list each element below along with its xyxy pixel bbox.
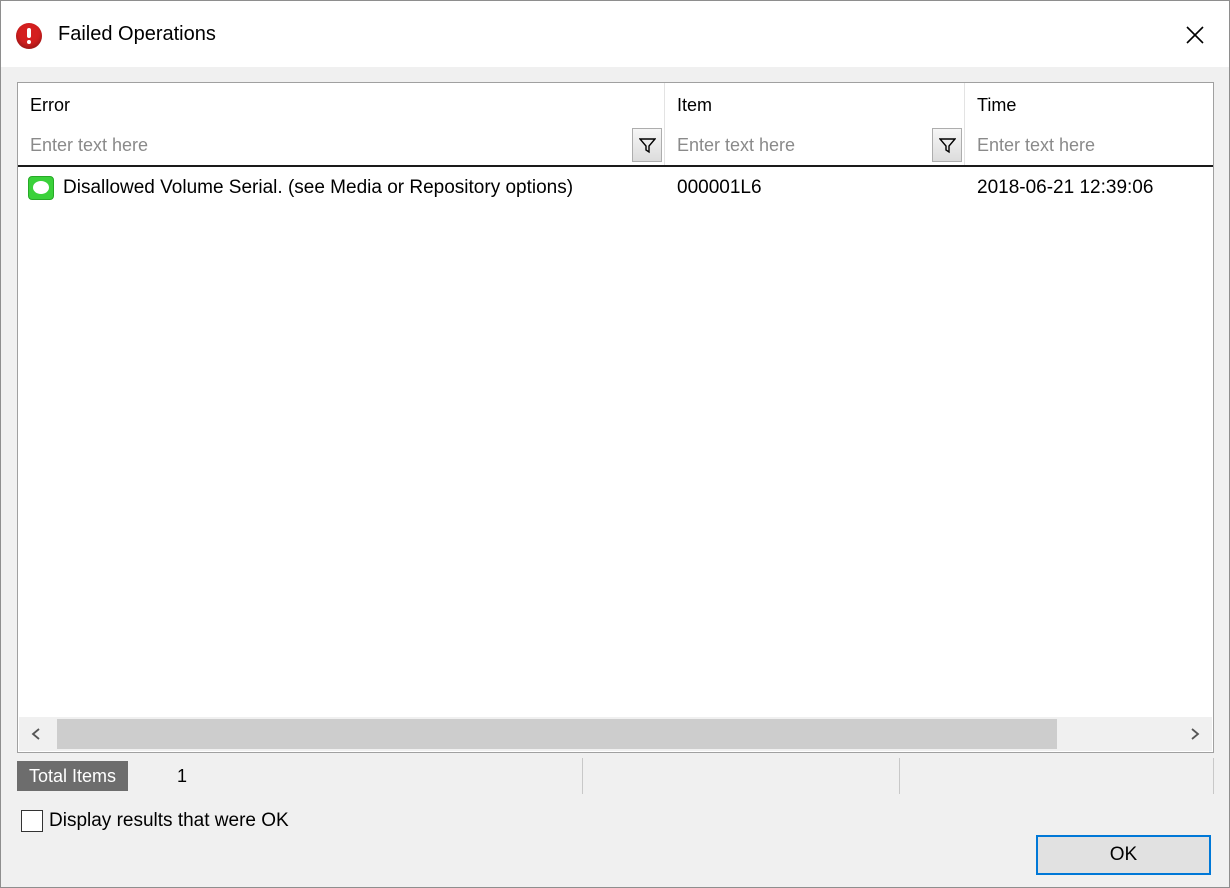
cell-error: Disallowed Volume Serial. (see Media or …: [63, 177, 574, 198]
horizontal-scrollbar[interactable]: [19, 717, 1212, 751]
chevron-right-icon: [1191, 728, 1200, 740]
column-label: Time: [977, 95, 1017, 115]
status-divider: [1213, 758, 1214, 794]
header-divider: [18, 165, 1213, 167]
column-label: Error: [30, 95, 70, 115]
total-items-label: Total Items: [17, 761, 129, 791]
ok-button[interactable]: OK: [1036, 835, 1211, 875]
scroll-left-button[interactable]: [19, 717, 53, 751]
column-label: Item: [677, 95, 713, 115]
results-grid: Error Enter text here Item Enter text he…: [17, 82, 1214, 753]
status-divider: [582, 758, 583, 794]
cell-item: 000001L6: [677, 177, 762, 198]
display-ok-label[interactable]: Display results that were OK: [49, 810, 289, 832]
filter-button-error[interactable]: [632, 128, 662, 162]
close-icon: [1186, 26, 1204, 44]
column-header-item[interactable]: Item Enter text here: [665, 83, 964, 165]
error-icon: [16, 23, 42, 49]
window-title: Failed Operations: [58, 23, 216, 45]
filter-button-item[interactable]: [932, 128, 962, 162]
close-button[interactable]: [1171, 15, 1217, 53]
title-bar: Failed Operations: [1, 1, 1229, 67]
filter-input-error[interactable]: Enter text here: [30, 135, 148, 156]
filter-icon: [939, 138, 956, 154]
message-icon: [28, 176, 54, 200]
filter-input-item[interactable]: Enter text here: [677, 135, 795, 156]
column-header-error[interactable]: Error Enter text here: [18, 83, 664, 165]
table-row[interactable]: Disallowed Volume Serial. (see Media or …: [18, 171, 1213, 207]
filter-input-time[interactable]: Enter text here: [977, 135, 1095, 156]
total-items-value: 1: [177, 766, 188, 786]
status-bar: Total Items 1: [17, 758, 1214, 794]
failed-operations-dialog: Failed Operations Error Enter text here …: [0, 0, 1230, 888]
display-ok-checkbox[interactable]: [21, 810, 43, 832]
chevron-left-icon: [31, 728, 40, 740]
cell-time: 2018-06-21 12:39:06: [977, 177, 1154, 198]
column-header-time[interactable]: Time Enter text here: [965, 83, 1213, 165]
status-divider: [899, 758, 900, 794]
filter-icon: [639, 138, 656, 154]
scroll-thumb[interactable]: [57, 719, 1057, 749]
scroll-right-button[interactable]: [1178, 717, 1212, 751]
